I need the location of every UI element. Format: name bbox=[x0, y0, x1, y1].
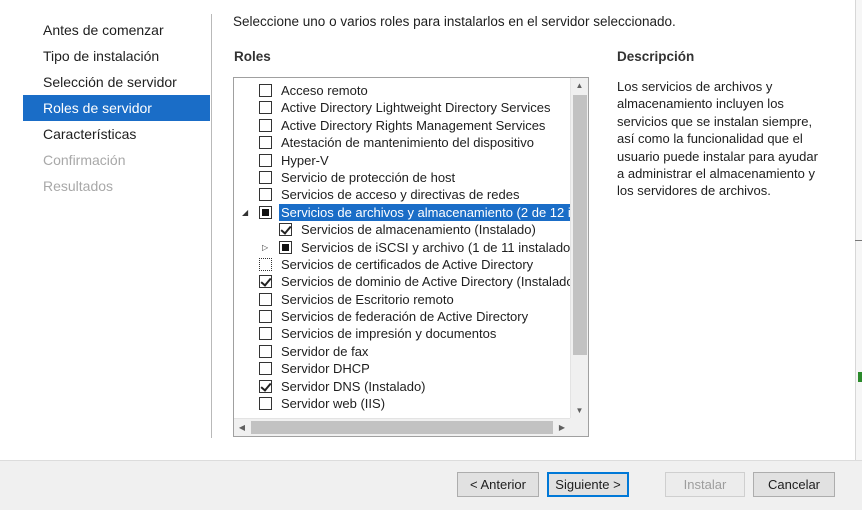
next-button[interactable]: Siguiente > bbox=[547, 472, 629, 497]
role-checkbox[interactable] bbox=[259, 257, 272, 271]
scroll-left-icon[interactable]: ◀ bbox=[234, 419, 250, 436]
role-label: Servicios de acceso y directivas de rede… bbox=[281, 187, 520, 203]
role-checkbox[interactable] bbox=[259, 188, 272, 202]
nav-divider bbox=[211, 14, 212, 438]
role-label: Servidor web (IIS) bbox=[281, 396, 386, 412]
role-item[interactable]: Servicios de impresión y documentos bbox=[234, 325, 570, 342]
role-item[interactable]: Active Directory Rights Management Servi… bbox=[234, 117, 570, 134]
scroll-up-icon[interactable]: ▲ bbox=[571, 78, 588, 94]
role-item[interactable]: Servidor DHCP bbox=[234, 360, 570, 377]
role-label: Servidor DHCP bbox=[281, 361, 370, 377]
role-checkbox[interactable] bbox=[259, 327, 272, 341]
role-item[interactable]: Acceso remoto bbox=[234, 82, 570, 99]
role-item[interactable]: Atestación de mantenimiento del disposit… bbox=[234, 134, 570, 151]
nav-item[interactable]: Selección de servidor bbox=[23, 69, 210, 95]
role-label: Active Directory Rights Management Servi… bbox=[281, 117, 546, 133]
wizard-footer: < Anterior Siguiente > Instalar Cancelar bbox=[0, 460, 862, 510]
role-item[interactable]: Active Directory Lightweight Directory S… bbox=[234, 99, 570, 116]
role-checkbox[interactable] bbox=[259, 101, 272, 115]
background-window-edge bbox=[855, 0, 862, 460]
install-button[interactable]: Instalar bbox=[665, 472, 745, 497]
nav-item[interactable]: Tipo de instalación bbox=[23, 43, 210, 69]
role-checkbox[interactable] bbox=[279, 240, 292, 254]
role-item[interactable]: Servicios de Escritorio remoto bbox=[234, 291, 570, 308]
role-checkbox[interactable] bbox=[259, 84, 272, 97]
nav-item: Resultados bbox=[43, 178, 114, 194]
roles-header: Roles bbox=[234, 49, 271, 64]
role-label: Acceso remoto bbox=[281, 83, 368, 98]
cancel-button[interactable]: Cancelar bbox=[753, 472, 835, 497]
role-item[interactable]: Servicios de federación de Active Direct… bbox=[234, 308, 570, 325]
role-label: Servicios de archivos y almacenamiento (… bbox=[279, 203, 570, 222]
role-checkbox[interactable] bbox=[259, 170, 272, 184]
description-text: Los servicios de archivos y almacenamien… bbox=[617, 79, 818, 199]
role-label: Active Directory Lightweight Directory S… bbox=[281, 100, 551, 116]
vertical-scrollbar[interactable]: ▲ ▼ bbox=[570, 78, 588, 419]
role-item[interactable]: Servidor DNS (Instalado) bbox=[234, 378, 570, 395]
role-checkbox[interactable] bbox=[259, 275, 272, 289]
role-item[interactable]: Servicios de certificados de Active Dire… bbox=[234, 256, 570, 273]
nav-item[interactable]: Antes de comenzar bbox=[23, 17, 210, 43]
role-checkbox[interactable] bbox=[279, 223, 292, 237]
role-item[interactable]: Servidor web (IIS) bbox=[234, 395, 570, 412]
collapse-arrow-icon[interactable]: ◢ bbox=[242, 204, 248, 221]
role-checkbox[interactable] bbox=[259, 153, 272, 167]
scrollbar-corner bbox=[570, 418, 588, 436]
role-item[interactable]: Servidor de fax bbox=[234, 343, 570, 360]
role-item[interactable]: Servicios de acceso y directivas de rede… bbox=[234, 186, 570, 203]
role-label: Atestación de mantenimiento del disposit… bbox=[281, 135, 534, 151]
page-intro: Seleccione uno o varios roles para insta… bbox=[233, 14, 676, 29]
role-checkbox[interactable] bbox=[259, 292, 272, 306]
role-item[interactable]: Servicios de dominio de Active Directory… bbox=[234, 273, 570, 290]
nav-item[interactable]: Roles de servidor bbox=[23, 95, 210, 121]
role-item[interactable]: ▷ Servicios de iSCSI y archivo (1 de 11 i… bbox=[234, 239, 570, 256]
expand-arrow-icon[interactable]: ▷ bbox=[262, 239, 268, 256]
role-item[interactable]: Servicios de almacenamiento (Instalado) bbox=[234, 221, 570, 238]
vertical-scroll-thumb[interactable] bbox=[573, 95, 587, 355]
roles-tree[interactable]: Acceso remoto Active Directory Lightweigh… bbox=[233, 77, 589, 437]
role-label: Servicios de iSCSI y archivo (1 de 11 in… bbox=[301, 239, 570, 255]
horizontal-scrollbar[interactable]: ◀ ▶ bbox=[234, 418, 570, 436]
scroll-right-icon[interactable]: ▶ bbox=[554, 419, 570, 436]
description-header: Descripción bbox=[617, 49, 695, 64]
role-item[interactable]: Hyper-V bbox=[234, 152, 570, 169]
role-checkbox[interactable] bbox=[259, 118, 272, 132]
role-checkbox[interactable] bbox=[259, 205, 272, 219]
role-checkbox[interactable] bbox=[259, 362, 272, 376]
role-label: Servicios de impresión y documentos bbox=[281, 326, 497, 342]
role-label: Servicios de certificados de Active Dire… bbox=[281, 256, 534, 272]
role-checkbox[interactable] bbox=[259, 379, 272, 393]
role-checkbox[interactable] bbox=[259, 344, 272, 358]
role-label: Servidor de fax bbox=[281, 343, 369, 359]
background-window-mark bbox=[858, 372, 862, 382]
horizontal-scroll-thumb[interactable] bbox=[251, 421, 553, 434]
nav-item[interactable]: Características bbox=[23, 121, 210, 147]
role-label: Hyper-V bbox=[281, 152, 329, 168]
background-window-line bbox=[855, 240, 862, 241]
role-item[interactable]: ◢ Servicios de archivos y almacenamiento … bbox=[234, 203, 570, 222]
role-checkbox[interactable] bbox=[259, 310, 272, 324]
back-button[interactable]: < Anterior bbox=[457, 472, 539, 497]
role-label: Servicios de dominio de Active Directory… bbox=[281, 274, 570, 290]
role-item[interactable]: Servicio de protección de host bbox=[234, 169, 570, 186]
role-label: Servicios de almacenamiento (Instalado) bbox=[301, 222, 536, 238]
scroll-down-icon[interactable]: ▼ bbox=[571, 403, 588, 419]
role-label: Servicio de protección de host bbox=[281, 169, 456, 185]
roles-list: Acceso remoto Active Directory Lightweigh… bbox=[234, 82, 570, 412]
role-label: Servicios de Escritorio remoto bbox=[281, 291, 454, 307]
role-checkbox[interactable] bbox=[259, 397, 272, 411]
role-checkbox[interactable] bbox=[259, 136, 272, 150]
role-label: Servicios de federación de Active Direct… bbox=[281, 309, 529, 325]
role-label: Servidor DNS (Instalado) bbox=[281, 378, 426, 394]
nav-item: Confirmación bbox=[43, 152, 126, 168]
wizard-nav: Antes de comenzar Tipo de instalación Sele… bbox=[23, 17, 210, 199]
